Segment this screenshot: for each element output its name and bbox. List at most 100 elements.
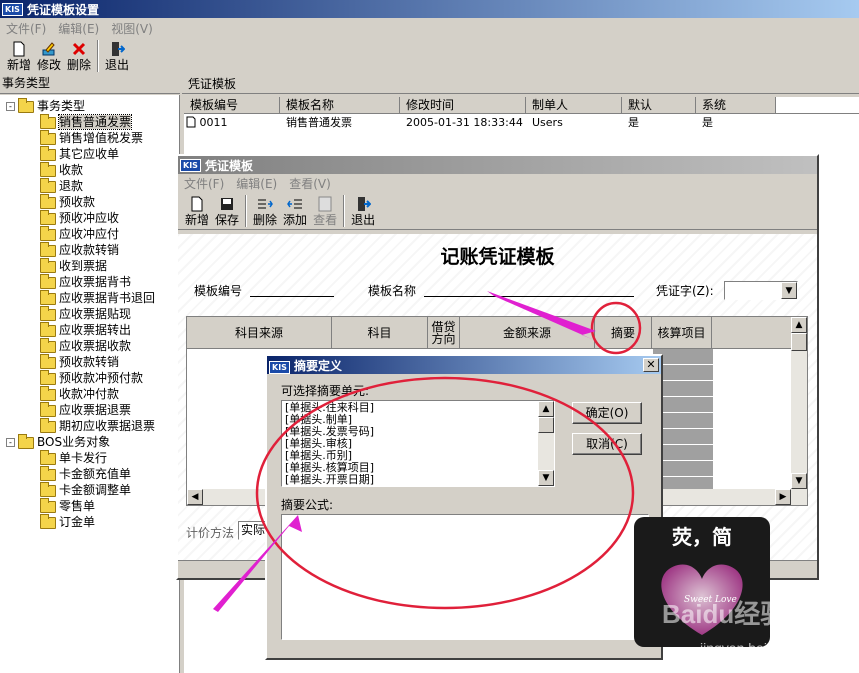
template-no-label: 模板编号 bbox=[194, 284, 243, 298]
scroll-thumb[interactable] bbox=[791, 333, 807, 351]
tree-item[interactable]: 退款 bbox=[0, 177, 179, 194]
tree-item[interactable]: 销售普通发票 bbox=[0, 113, 179, 130]
tree-item[interactable]: 订金单 bbox=[0, 513, 179, 530]
tree-item[interactable]: 预收冲应收 bbox=[0, 209, 179, 226]
col-amount-source[interactable]: 金额来源 bbox=[460, 317, 595, 348]
col-modified-time[interactable]: 修改时间 bbox=[400, 97, 526, 113]
tree-item-label: 其它应收单 bbox=[59, 147, 120, 161]
new-button[interactable]: 新增 bbox=[4, 41, 34, 74]
voucher-heading: 记账凭证模板 bbox=[440, 246, 555, 268]
tree-item-label: 收款冲付款 bbox=[59, 387, 120, 401]
tree-item[interactable]: 应收票据背书 bbox=[0, 273, 179, 290]
tree-collapse-icon[interactable]: - bbox=[6, 102, 15, 111]
menu-edit[interactable]: 编辑(E) bbox=[58, 20, 99, 37]
summary-definition-dialog: KIS 摘要定义 ✕ 可选择摘要单元: [单据头.往来科目] [单据头.制单] [单据… bbox=[265, 354, 663, 660]
tree-item[interactable]: 应收票据转出 bbox=[0, 321, 179, 338]
chevron-down-icon[interactable]: ▼ bbox=[781, 282, 797, 299]
col-creator[interactable]: 制单人 bbox=[526, 97, 622, 113]
main-menubar: 文件(F) 编辑(E) 视图(V) bbox=[0, 19, 859, 37]
list-scrollbar[interactable]: ▲ ▼ bbox=[538, 401, 554, 486]
tree-item[interactable]: 预收款冲预付款 bbox=[0, 369, 179, 386]
tree-item[interactable]: 期初应收票据退票 bbox=[0, 417, 179, 434]
table-row[interactable]: 0011 销售普通发票 2005-01-31 18:33:44 Users 是 … bbox=[184, 114, 859, 131]
voucher-save-button[interactable]: 保存 bbox=[212, 196, 242, 229]
tree-item[interactable]: 应收冲应付 bbox=[0, 225, 179, 242]
tree-item[interactable]: 单卡发行 bbox=[0, 449, 179, 466]
voucher-delete-button[interactable]: 删除 bbox=[250, 196, 280, 229]
tree-item[interactable]: 卡金额调整单 bbox=[0, 481, 179, 498]
tree-item[interactable]: 其它应收单 bbox=[0, 145, 179, 162]
tree-item-label: 应收票据收款 bbox=[59, 339, 132, 353]
voucher-menu-file[interactable]: 文件(F) bbox=[184, 175, 224, 192]
col-system[interactable]: 系统 bbox=[696, 97, 776, 113]
col-account-source[interactable]: 科目来源 bbox=[187, 317, 332, 348]
scroll-down-icon[interactable]: ▼ bbox=[538, 470, 554, 486]
tree-item[interactable]: 零售单 bbox=[0, 497, 179, 514]
cell-system: 是 bbox=[702, 116, 713, 129]
stamp-text: 荧，简 bbox=[672, 525, 732, 549]
folder-icon bbox=[40, 385, 56, 401]
tree-item-label: 应收款转销 bbox=[59, 243, 120, 257]
available-units-list[interactable]: [单据头.往来科目] [单据头.制单] [单据头.发票号码] [单据头.审核] [单据头… bbox=[281, 400, 555, 487]
tree-item-label: BOS业务对象 bbox=[37, 435, 111, 449]
voucher-menu-view[interactable]: 查看(V) bbox=[289, 175, 331, 192]
tree-item[interactable]: 收款 bbox=[0, 161, 179, 178]
tree-item[interactable]: 应收票据退票 bbox=[0, 401, 179, 418]
voucher-exit-button[interactable]: 退出 bbox=[348, 196, 378, 229]
scroll-up-icon[interactable]: ▲ bbox=[791, 317, 807, 333]
delete-button[interactable]: 删除 bbox=[64, 41, 94, 74]
tree-item[interactable]: 收款冲付款 bbox=[0, 385, 179, 402]
scroll-up-icon[interactable]: ▲ bbox=[538, 401, 554, 417]
scroll-thumb[interactable] bbox=[538, 417, 554, 433]
tree-item[interactable]: - 事务类型 bbox=[0, 97, 179, 114]
voucher-word-select[interactable]: ▼ bbox=[724, 281, 798, 300]
voucher-add-button[interactable]: 添加 bbox=[280, 196, 310, 229]
tree-item[interactable]: - BOS业务对象 bbox=[0, 433, 179, 450]
voucher-view-button[interactable]: 查看 bbox=[310, 196, 340, 229]
tree-item-label: 零售单 bbox=[59, 499, 96, 513]
tree-item[interactable]: 应收票据贴现 bbox=[0, 305, 179, 322]
scroll-left-icon[interactable]: ◀ bbox=[187, 489, 203, 505]
voucher-exit-label: 退出 bbox=[351, 213, 376, 227]
new-document-icon bbox=[13, 41, 25, 57]
col-default[interactable]: 默认 bbox=[622, 97, 696, 113]
tree-collapse-icon[interactable]: - bbox=[6, 438, 15, 447]
col-account[interactable]: 科目 bbox=[332, 317, 428, 348]
document-icon bbox=[186, 116, 196, 128]
summary-formula-input[interactable] bbox=[281, 514, 649, 640]
tree-item[interactable]: 收到票据 bbox=[0, 257, 179, 274]
col-summary[interactable]: 摘要 bbox=[595, 317, 652, 348]
scroll-right-icon[interactable]: ▶ bbox=[775, 489, 791, 505]
kis-app-icon: KIS bbox=[2, 2, 23, 16]
folder-icon bbox=[40, 305, 56, 321]
tree-item-label: 预收款转销 bbox=[59, 355, 120, 369]
voucher-menubar: 文件(F) 编辑(E) 查看(V) bbox=[178, 174, 817, 192]
col-template-name[interactable]: 模板名称 bbox=[280, 97, 400, 113]
menu-view[interactable]: 视图(V) bbox=[111, 20, 153, 37]
tree-item[interactable]: 卡金额充值单 bbox=[0, 465, 179, 482]
menu-file[interactable]: 文件(F) bbox=[6, 20, 46, 37]
voucher-menu-edit[interactable]: 编辑(E) bbox=[236, 175, 277, 192]
grid-vertical-scrollbar[interactable]: ▲ ▼ bbox=[791, 317, 807, 489]
close-icon[interactable]: ✕ bbox=[643, 358, 659, 372]
ok-button[interactable]: 确定(O) bbox=[572, 402, 642, 424]
tree-item[interactable]: 销售增值税发票 bbox=[0, 129, 179, 146]
tree-item[interactable]: 应收票据收款 bbox=[0, 337, 179, 354]
cell-creator: Users bbox=[532, 116, 563, 129]
modify-button[interactable]: 修改 bbox=[34, 41, 64, 74]
transaction-type-tree[interactable]: - 事务类型 销售普通发票 销售增值税发票 其它应收单 收款 退款 预收款 预收冲应收 应收冲应付… bbox=[0, 95, 180, 673]
col-accounting-item[interactable]: 核算项目 bbox=[652, 317, 712, 348]
tree-item[interactable]: 预收款 bbox=[0, 193, 179, 210]
template-name-field[interactable] bbox=[424, 296, 634, 297]
exit-button[interactable]: 退出 bbox=[102, 41, 132, 74]
tree-item[interactable]: 应收票据背书退回 bbox=[0, 289, 179, 306]
summary-unit-item[interactable]: [单据头.开票日期] bbox=[285, 474, 551, 486]
voucher-new-button[interactable]: 新增 bbox=[182, 196, 212, 229]
tree-item[interactable]: 应收款转销 bbox=[0, 241, 179, 258]
cancel-button[interactable]: 取消(C) bbox=[572, 433, 642, 455]
col-debit-credit[interactable]: 借贷 方向 bbox=[428, 317, 460, 348]
tree-item[interactable]: 预收款转销 bbox=[0, 353, 179, 370]
col-template-no[interactable]: 模板编号 bbox=[184, 97, 280, 113]
scroll-down-icon[interactable]: ▼ bbox=[791, 473, 807, 489]
template-no-field[interactable] bbox=[250, 296, 334, 297]
